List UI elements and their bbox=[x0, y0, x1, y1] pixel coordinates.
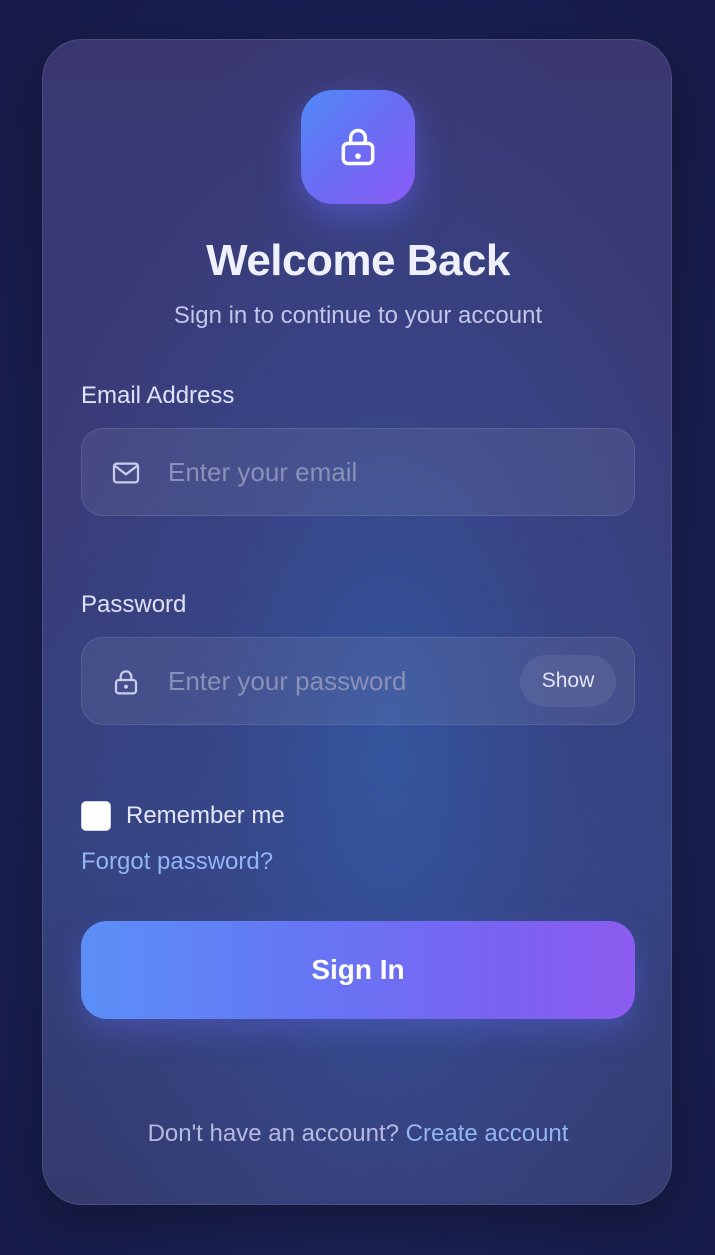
sign-in-button[interactable]: Sign In bbox=[81, 921, 635, 1019]
create-account-link[interactable]: Create account bbox=[406, 1120, 569, 1147]
email-label: Email Address bbox=[81, 382, 235, 409]
login-card: Welcome Back Sign in to continue to your… bbox=[42, 39, 672, 1205]
page-subtitle: Sign in to continue to your account bbox=[173, 302, 543, 329]
email-input[interactable] bbox=[168, 429, 508, 515]
remember-me-row: Remember me bbox=[81, 800, 285, 832]
email-field-wrapper bbox=[81, 428, 635, 516]
show-password-button[interactable]: Show bbox=[520, 655, 616, 707]
remember-me-checkbox[interactable] bbox=[81, 801, 111, 831]
signup-prompt: Don't have an account? Create account bbox=[43, 1120, 673, 1148]
password-input[interactable] bbox=[168, 638, 508, 724]
password-field-wrapper: Show bbox=[81, 637, 635, 725]
lock-icon bbox=[341, 128, 375, 166]
page-title: Welcome Back bbox=[206, 236, 510, 285]
logo-badge bbox=[301, 90, 415, 204]
lock-icon bbox=[114, 670, 138, 695]
remember-me-label[interactable]: Remember me bbox=[126, 802, 285, 830]
forgot-password-link[interactable]: Forgot password? bbox=[81, 848, 273, 876]
signup-prompt-text: Don't have an account? bbox=[147, 1120, 399, 1147]
mail-icon bbox=[112, 462, 140, 484]
password-label: Password bbox=[81, 591, 187, 618]
